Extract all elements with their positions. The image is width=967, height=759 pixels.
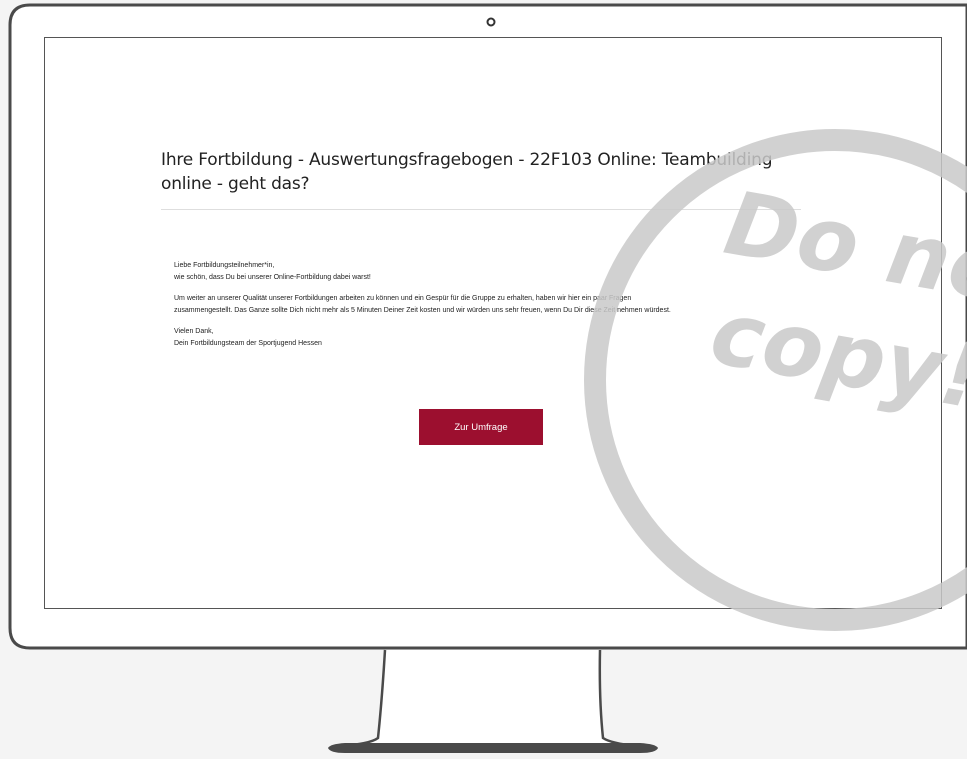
body-text-line-2: zusammengestellt. Das Ganze sollte Dich … [174, 306, 671, 314]
survey-message: Liebe Fortbildungsteilnehmer*in, wie sch… [174, 260, 814, 349]
monitor-mockup: Ihre Fortbildung - Auswertungsfragebogen… [0, 0, 967, 759]
monitor-base [328, 743, 658, 753]
thanks-text: Vielen Dank, [174, 328, 214, 335]
camera-icon [486, 17, 496, 27]
signature-text: Dein Fortbildungsteam der Sportjugend He… [174, 339, 322, 347]
greeting-text: Liebe Fortbildungsteilnehmer*in, [174, 262, 275, 269]
browser-screen: Ihre Fortbildung - Auswertungsfragebogen… [45, 38, 941, 608]
title-divider [161, 209, 801, 210]
body-text-line-1: Um weiter an unserer Qualität unserer Fo… [174, 295, 632, 302]
page-title: Ihre Fortbildung - Auswertungsfragebogen… [161, 150, 773, 194]
monitor-stand [339, 649, 641, 748]
start-survey-button[interactable]: Zur Umfrage [419, 409, 543, 445]
intro-text: wie schön, dass Du bei unserer Online-Fo… [174, 273, 371, 281]
